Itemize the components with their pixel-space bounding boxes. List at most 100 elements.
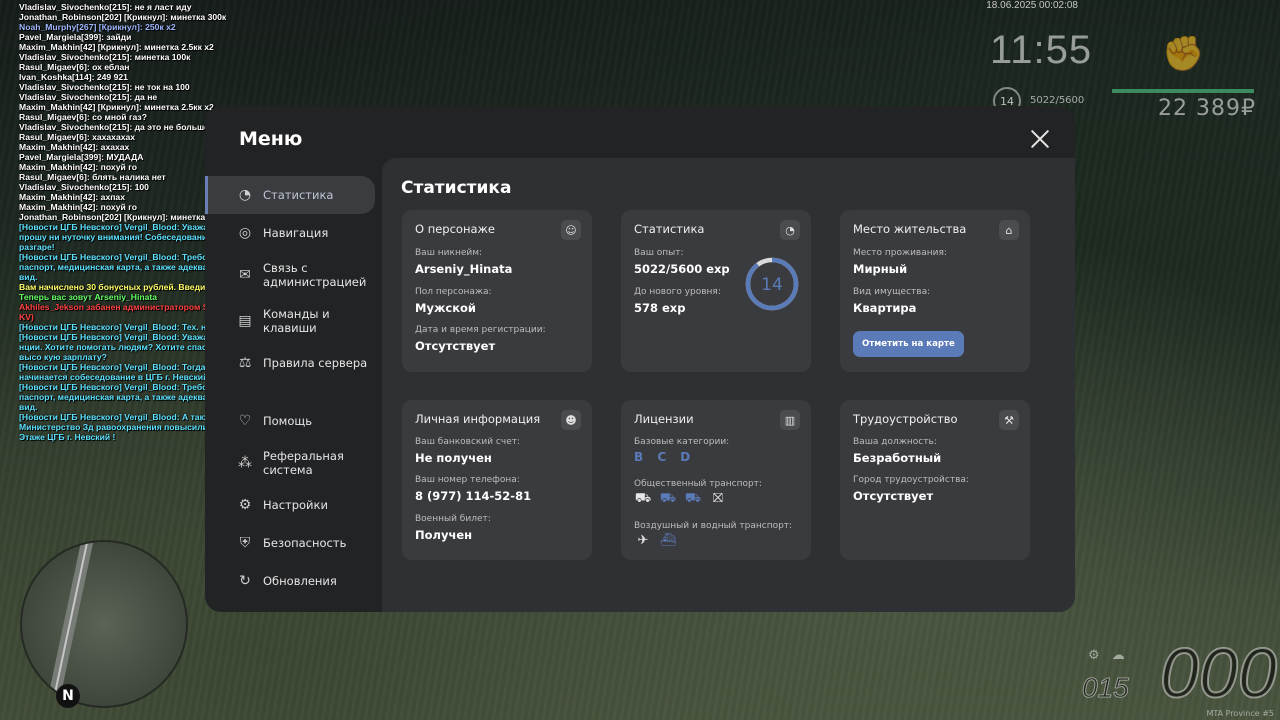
bank-value: Не получен <box>415 451 492 465</box>
page-title: Статистика <box>401 178 512 198</box>
reg-value: Отсутствует <box>415 339 496 353</box>
position-value: Безработный <box>853 451 942 465</box>
sidebar-item-label: Настройки <box>263 498 328 512</box>
chat-line: Maxim_Makhin[42] [Крикнул]: минетка 2.5к… <box>19 42 214 52</box>
air-water-icons: ✈ ⛴ <box>634 533 684 548</box>
vehicle-status-icons: ⚙ ☁ <box>1088 648 1129 663</box>
menu-window: Меню ◔ Статистика ◎ Навигация ✉ Связь с … <box>205 106 1075 612</box>
sidebar-item-referral[interactable]: ⁂ Реферальная система <box>205 440 381 486</box>
user-icon: ☺ <box>561 220 581 240</box>
sidebar-item-label: Команды и клавиши <box>263 307 330 335</box>
nick-value: Arseniy_Hinata <box>415 262 513 276</box>
chat-line: Vladislav_Sivochenko[215]: да не <box>19 92 158 102</box>
chat-line: Vladislav_Sivochenko[215]: не ток на 100 <box>19 82 190 92</box>
sidebar-item-statistics[interactable]: ◔ Статистика <box>205 176 375 214</box>
property-type-label: Вид имущества: <box>853 287 931 297</box>
scales-icon: ⚖ <box>238 355 252 371</box>
job-city-label: Город трудоустройства: <box>853 475 969 485</box>
airplane-icon: ✈ <box>637 533 649 548</box>
level-progress-ring: 14 <box>745 257 799 311</box>
sex-label: Пол персонажа: <box>415 287 492 297</box>
card-title: Трудоустройство <box>853 412 958 426</box>
close-icon[interactable] <box>1029 128 1051 150</box>
place-label: Место проживания: <box>853 248 947 258</box>
home-icon: ⌂ <box>999 220 1019 240</box>
gear-icon: ⚙ <box>238 497 252 513</box>
place-value: Мирный <box>853 262 908 276</box>
card-personal: Личная информация ☻ Ваш банковский счет:… <box>402 400 592 560</box>
card-title: О персонаже <box>415 222 495 236</box>
chat-line: Jonathan_Robinson[202] [Крикнул]: минетк… <box>19 12 227 22</box>
card-title: Личная информация <box>415 412 541 426</box>
sidebar-item-label: Безопасность <box>263 536 347 550</box>
phone-value: 8 (977) 114-52-81 <box>415 489 532 503</box>
military-value: Получен <box>415 528 473 542</box>
sidebar-item-updates[interactable]: ↻ Обновления <box>205 562 381 600</box>
bank-label: Ваш банковский счет: <box>415 437 521 447</box>
id-card-icon: ▥ <box>780 410 800 430</box>
sidebar-item-label: Обновления <box>263 574 337 588</box>
reg-label: Дата и время регистрации: <box>415 325 546 335</box>
next-level-value: 578 exp <box>634 301 686 315</box>
sidebar-item-label: Реферальная система <box>263 449 344 477</box>
exp-label: Ваш опыт: <box>634 248 684 258</box>
refresh-icon: ↻ <box>239 573 251 589</box>
level-number: 14 <box>761 275 783 295</box>
hud-health-bar <box>1112 89 1254 93</box>
military-label: Военный билет: <box>415 514 491 524</box>
sidebar-item-label: Связь с администрацией <box>263 261 367 289</box>
position-label: Ваша должность: <box>853 437 937 447</box>
menu-title: Меню <box>239 128 303 150</box>
mark-on-map-button[interactable]: Отметить на карте <box>853 331 964 357</box>
base-categories-label: Базовые категории: <box>634 437 730 447</box>
chat-line: Noah_Murphy[267] [Крикнул]: 250к х2 <box>19 22 176 32</box>
card-licenses: Лицензии ▥ Базовые категории: B C D Обще… <box>621 400 811 560</box>
sidebar-item-label: Правила сервера <box>263 356 368 370</box>
compass-north: N <box>56 684 80 708</box>
server-watermark: MTA Province #5 <box>1206 709 1274 718</box>
sidebar-item-settings[interactable]: ⚙ Настройки <box>205 486 381 524</box>
card-title: Лицензии <box>634 412 694 426</box>
air-water-label: Воздушный и водный транспорт: <box>634 521 793 531</box>
speedometer: 000 <box>1159 633 1278 713</box>
sidebar-item-rules[interactable]: ⚖ Правила сервера <box>205 344 381 382</box>
people-icon: ⁂ <box>238 455 252 471</box>
card-stats: Статистика ◔ Ваш опыт: 5022/5600 exp До … <box>621 210 811 372</box>
minimap <box>20 540 188 708</box>
card-title: Место жительства <box>853 222 967 236</box>
property-type-value: Квартира <box>853 301 917 315</box>
document-icon: ▤ <box>238 313 252 329</box>
base-categories: B C D <box>634 450 696 464</box>
fist-icon: ✊ <box>1162 34 1205 74</box>
nick-label: Ваш никнейм: <box>415 248 483 258</box>
chat-line: Vladislav_Sivochenko[215]: не я ласт иду <box>19 2 192 12</box>
sidebar-item-security[interactable]: ⛨ Безопасность <box>205 524 381 562</box>
phone-label: Ваш номер телефона: <box>415 475 520 485</box>
chat-icon: ✉ <box>239 267 251 283</box>
hud-datetime: 18.06.2025 00:02:08 <box>986 0 1078 11</box>
trolleybus-icon: ⛟ <box>659 491 677 506</box>
card-residence: Место жительства ⌂ Место проживания: Мир… <box>840 210 1030 372</box>
pie-chart-icon: ◔ <box>780 220 800 240</box>
card-employment: Трудоустройство ⚒ Ваша должность: Безраб… <box>840 400 1030 560</box>
sidebar-item-help[interactable]: ♡ Помощь <box>205 402 381 440</box>
hud-clock: 11:55 <box>990 28 1093 72</box>
pie-chart-icon: ◔ <box>238 187 252 203</box>
sidebar-item-navigation[interactable]: ◎ Навигация <box>205 214 381 252</box>
stats-content: Статистика О персонаже ☺ Ваш никнейм: Ar… <box>382 158 1075 612</box>
boat-icon: ⛴ <box>659 533 677 548</box>
job-city-value: Отсутствует <box>853 489 934 503</box>
sidebar-item-label: Помощь <box>263 414 313 428</box>
chat-line: Ivan_Koshka[114]: 249 921 <box>19 72 128 82</box>
chat-line: Rasul_Migaev[6]: ох еблан <box>19 62 130 72</box>
menu-sidebar: ◔ Статистика ◎ Навигация ✉ Связь с админ… <box>205 176 381 600</box>
bus-icon: ⛟ <box>634 491 652 506</box>
sidebar-item-label: Навигация <box>263 226 329 240</box>
sex-value: Мужской <box>415 301 476 315</box>
next-level-label: До нового уровня: <box>634 287 721 297</box>
sidebar-item-commands[interactable]: ▤ Команды и клавиши <box>205 298 381 344</box>
tools-icon: ⚒ <box>999 410 1019 430</box>
public-transport-icons: ⛟ ⛟ ⛟ ⛝ <box>634 491 734 508</box>
sidebar-item-admin-contact[interactable]: ✉ Связь с администрацией <box>205 252 381 298</box>
hud-money: 22 389₽ <box>1158 96 1256 121</box>
